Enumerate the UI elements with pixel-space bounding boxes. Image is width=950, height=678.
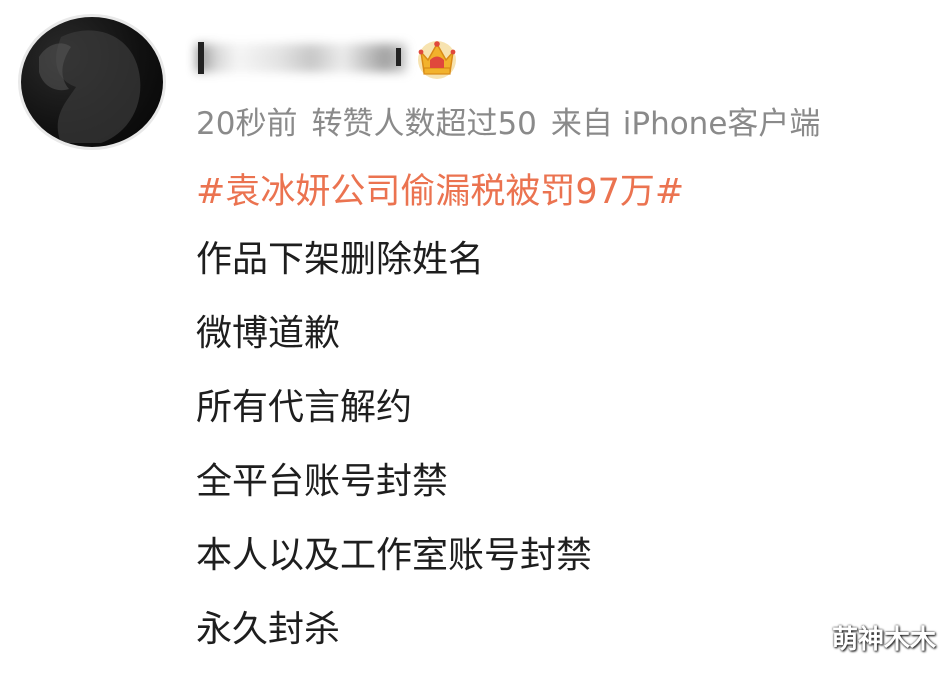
post-line: 永久封杀 — [196, 609, 341, 650]
post-line: 全平台账号封禁 — [196, 461, 449, 502]
post-line: 本人以及工作室账号封禁 — [196, 535, 593, 576]
username-fragment — [396, 48, 401, 66]
avatar-silhouette — [39, 30, 141, 143]
crown-badge-icon[interactable] — [414, 36, 460, 80]
watermark: 萌神木木 — [831, 625, 936, 655]
avatar[interactable] — [18, 14, 166, 150]
post-line: 作品下架删除姓名 — [196, 239, 485, 280]
post-line: 微博道歉 — [196, 313, 341, 354]
post-body: 作品下架删除姓名 微博道歉 所有代言解约 全平台账号封禁 本人以及工作室账号封禁… — [196, 234, 592, 678]
topic-hashtag-link[interactable]: #袁冰妍公司偷漏税被罚97万# — [196, 163, 684, 214]
username-obscured[interactable] — [196, 38, 406, 76]
repost-count[interactable]: 转赞人数超过50 — [311, 106, 536, 142]
crown-icon — [418, 41, 456, 79]
post-source[interactable]: 来自 iPhone客户端 — [551, 106, 821, 142]
post-meta: 20秒前 转赞人数超过50 来自 iPhone客户端 — [196, 98, 834, 143]
username-fragment — [198, 42, 204, 74]
username-blur — [196, 44, 406, 72]
post-time[interactable]: 20秒前 — [196, 106, 297, 142]
post-line: 所有代言解约 — [196, 387, 413, 428]
